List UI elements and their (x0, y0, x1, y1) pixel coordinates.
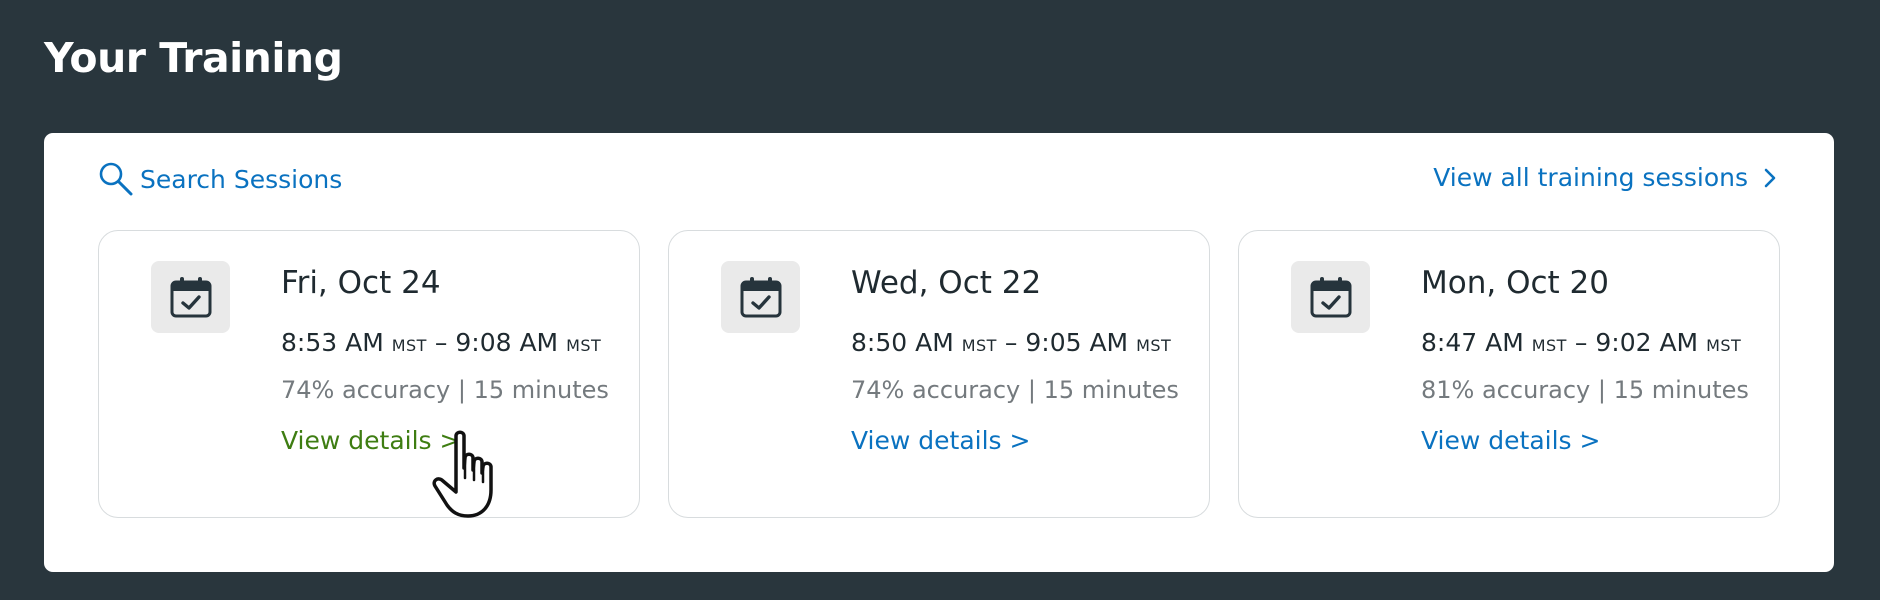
session-stats: 74% accuracy | 15 minutes (851, 376, 1179, 404)
end-timezone: MST (1136, 336, 1172, 355)
time-separator: – (434, 328, 448, 357)
end-time: 9:02 AM (1595, 328, 1699, 357)
view-details-link[interactable]: View details > (281, 426, 460, 455)
session-card: Mon, Oct 20 8:47 AM MST – 9:02 AM MST 81… (1238, 230, 1780, 518)
session-stats: 74% accuracy | 15 minutes (281, 376, 609, 404)
page-title: Your Training (44, 34, 343, 82)
session-time-range: 8:50 AM MST – 9:05 AM MST (851, 328, 1171, 357)
view-all-sessions-link[interactable]: View all training sessions (1433, 163, 1778, 192)
chevron-right-icon (1764, 168, 1776, 187)
view-details-link[interactable]: View details > (1421, 426, 1600, 455)
end-timezone: MST (566, 336, 602, 355)
view-all-sessions-label: View all training sessions (1433, 163, 1748, 192)
start-timezone: MST (961, 336, 997, 355)
calendar-check-icon (170, 277, 211, 318)
end-time: 9:08 AM (455, 328, 559, 357)
calendar-tile (721, 261, 800, 333)
start-timezone: MST (391, 336, 427, 355)
training-panel: Search Sessions View all training sessio… (44, 133, 1834, 572)
view-details-link[interactable]: View details > (851, 426, 1030, 455)
calendar-tile (151, 261, 230, 333)
session-date: Mon, Oct 20 (1421, 265, 1609, 301)
calendar-check-icon (1310, 277, 1351, 318)
calendar-tile (1291, 261, 1370, 333)
time-separator: – (1004, 328, 1018, 357)
start-time: 8:47 AM (1421, 328, 1524, 357)
start-timezone: MST (1531, 336, 1567, 355)
calendar-check-icon (740, 277, 781, 318)
session-card: Wed, Oct 22 8:50 AM MST – 9:05 AM MST 74… (668, 230, 1210, 518)
search-icon (99, 162, 133, 196)
session-time-range: 8:53 AM MST – 9:08 AM MST (281, 328, 601, 357)
session-card: Fri, Oct 24 8:53 AM MST – 9:08 AM MST 74… (98, 230, 640, 518)
start-time: 8:53 AM (281, 328, 384, 357)
end-time: 9:05 AM (1025, 328, 1129, 357)
session-time-range: 8:47 AM MST – 9:02 AM MST (1421, 328, 1741, 357)
search-sessions-label: Search Sessions (140, 164, 343, 194)
time-separator: – (1574, 328, 1588, 357)
session-stats: 81% accuracy | 15 minutes (1421, 376, 1749, 404)
search-sessions-link[interactable]: Search Sessions (98, 161, 342, 197)
session-date: Fri, Oct 24 (281, 265, 441, 301)
session-date: Wed, Oct 22 (851, 265, 1042, 301)
start-time: 8:50 AM (851, 328, 954, 357)
end-timezone: MST (1706, 336, 1742, 355)
